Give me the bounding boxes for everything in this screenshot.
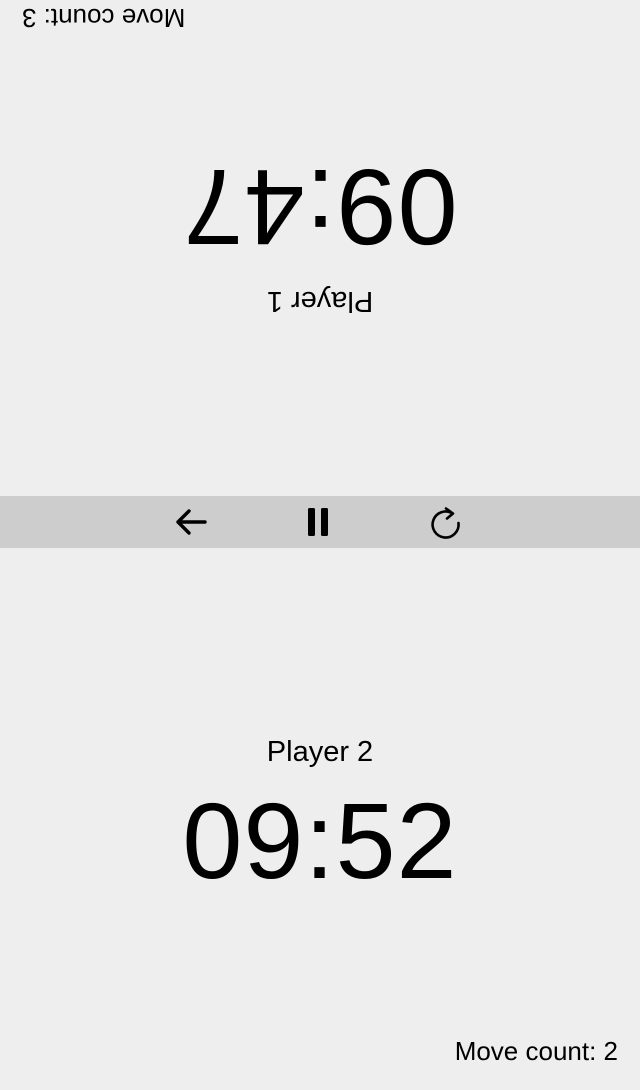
- player-1-name: Player 1: [266, 285, 374, 317]
- player-2-panel[interactable]: Player 2 09:52 Move count: 2: [0, 548, 640, 1090]
- control-toolbar: [0, 496, 640, 548]
- pause-button[interactable]: [298, 502, 338, 542]
- undo-button[interactable]: [171, 502, 211, 542]
- player-2-name: Player 2: [266, 736, 374, 768]
- player-1-move-count: Move count: 3: [22, 3, 186, 33]
- reset-button[interactable]: [426, 502, 466, 542]
- pause-icon: [308, 508, 328, 536]
- reset-icon: [431, 507, 460, 539]
- player-1-panel[interactable]: Player 1 09:47 Move count: 3: [0, 0, 640, 496]
- arrow-left-icon: [176, 509, 207, 535]
- player-2-move-count: Move count: 2: [454, 1036, 618, 1066]
- player-2-time: 09:52: [182, 780, 458, 901]
- player-1-time: 09:47: [182, 147, 458, 268]
- chess-clock: Player 1 09:47 Move count: 3 Player 2 09…: [0, 0, 640, 1090]
